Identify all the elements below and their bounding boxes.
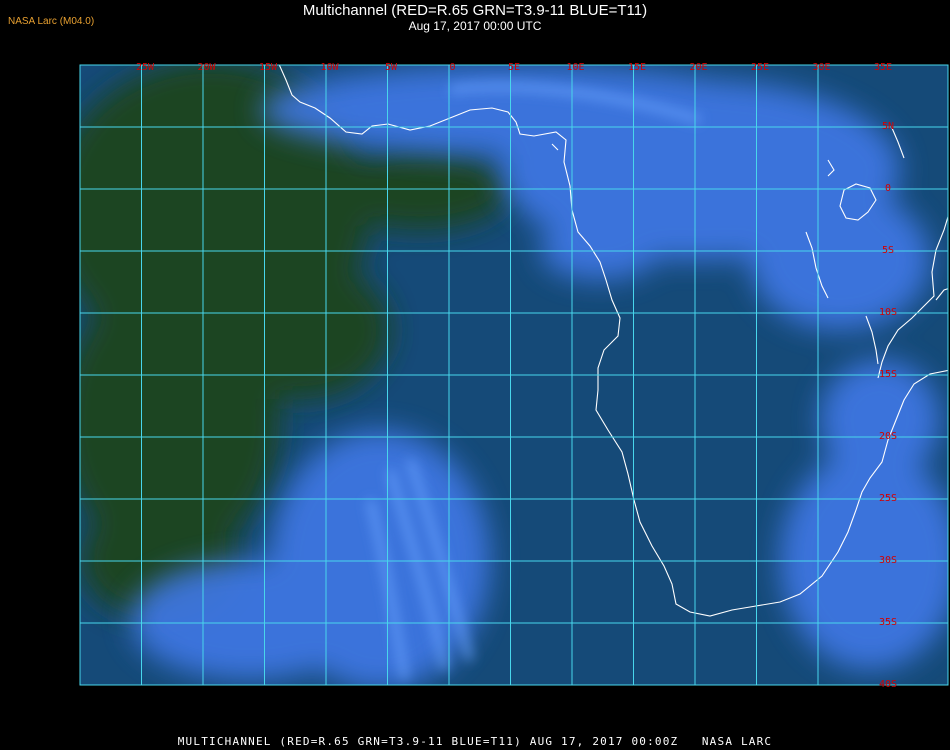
latitude-label: 25S — [879, 493, 897, 504]
latitude-label: 20S — [879, 431, 897, 442]
satellite-map: 25W 20W 15W 10W 5W 0 5E 10E 15E 20E 25E 30E 35E 5N 0 5S… — [79, 62, 949, 690]
longitude-label: 35E — [874, 62, 892, 73]
latitude-label: 0 — [885, 183, 891, 194]
latitude-label: 30S — [879, 555, 897, 566]
latitude-label: 5S — [882, 245, 894, 256]
longitude-label: 30E — [812, 62, 830, 73]
longitude-label: 5E — [508, 62, 520, 73]
latitude-label: 10S — [879, 307, 897, 318]
longitude-label: 15W — [259, 62, 278, 73]
latitude-label: 15S — [879, 369, 897, 380]
longitude-label: 5W — [385, 62, 398, 73]
longitude-label: 15E — [628, 62, 646, 73]
footer-caption: MULTICHANNEL (RED=R.65 GRN=T3.9-11 BLUE=… — [177, 735, 773, 748]
longitude-label: 10E — [566, 62, 584, 73]
longitude-label: 10W — [320, 62, 339, 73]
longitude-label: 20W — [197, 62, 216, 73]
longitude-label: 25E — [751, 62, 769, 73]
latitude-label: 35S — [879, 617, 897, 628]
longitude-label: 25W — [136, 62, 155, 73]
latitude-label: 40S — [879, 679, 897, 690]
longitude-label: 0 — [449, 62, 455, 73]
longitude-label: 20E — [689, 62, 707, 73]
latitude-label: 5N — [882, 121, 894, 132]
